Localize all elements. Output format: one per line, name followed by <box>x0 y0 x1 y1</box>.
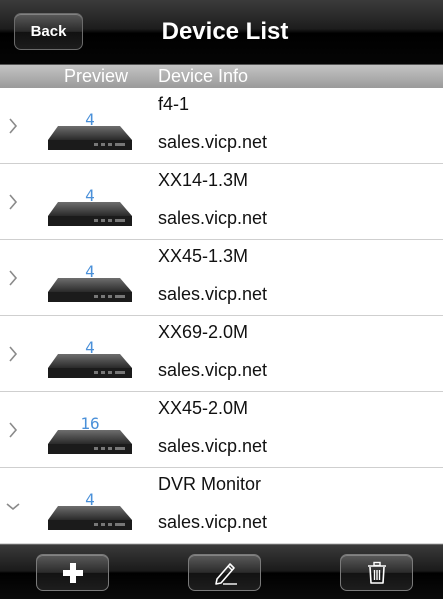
device-row[interactable]: 4 f4-1 sales.vicp.net <box>0 88 443 164</box>
back-button[interactable]: Back <box>14 13 83 50</box>
trash-icon <box>367 561 386 584</box>
channel-count-label: 4 <box>85 262 95 281</box>
device-host: sales.vicp.net <box>158 132 268 152</box>
device-host: sales.vicp.net <box>158 436 268 456</box>
column-preview-label: Preview <box>64 66 129 86</box>
device-row[interactable]: 16 XX45-2.0M sales.vicp.net <box>0 392 443 468</box>
dvr-device-icon: 16 <box>48 414 132 454</box>
dvr-device-icon: 4 <box>48 110 132 150</box>
device-name: XX69-2.0M <box>158 322 249 342</box>
dvr-device-icon: 4 <box>48 490 132 530</box>
device-host: sales.vicp.net <box>158 208 268 228</box>
delete-device-button[interactable] <box>340 554 413 591</box>
column-device-info-label: Device Info <box>158 66 249 86</box>
bottom-toolbar <box>0 544 443 599</box>
channel-count-label: 4 <box>85 338 95 357</box>
device-name: XX45-2.0M <box>158 398 249 418</box>
add-device-button[interactable] <box>36 554 109 591</box>
channel-count-label: 4 <box>85 110 95 129</box>
device-row[interactable]: 4 XX69-2.0M sales.vicp.net <box>0 316 443 392</box>
chevron-right-icon[interactable] <box>6 192 20 212</box>
device-row[interactable]: 4 XX45-1.3M sales.vicp.net <box>0 240 443 316</box>
pencil-icon <box>214 562 237 585</box>
chevron-right-icon[interactable] <box>6 420 20 440</box>
column-header: Preview Device Info <box>0 65 443 88</box>
device-host: sales.vicp.net <box>158 284 268 304</box>
device-row[interactable]: 4 XX14-1.3M sales.vicp.net <box>0 164 443 240</box>
edit-device-button[interactable] <box>188 554 261 591</box>
title-bar: Back Device List <box>0 0 443 65</box>
device-name: XX45-1.3M <box>158 246 249 266</box>
device-list: 4 f4-1 sales.vicp.net 4 XX14-1.3M sales.… <box>0 88 443 544</box>
device-name: f4-1 <box>158 94 190 114</box>
channel-count-label: 16 <box>80 414 99 433</box>
device-host: sales.vicp.net <box>158 360 268 380</box>
chevron-right-icon[interactable] <box>6 268 20 288</box>
dvr-device-icon: 4 <box>48 338 132 378</box>
page-title: Device List <box>161 18 289 45</box>
device-host: sales.vicp.net <box>158 512 268 532</box>
dvr-device-icon: 4 <box>48 262 132 302</box>
channel-count-label: 4 <box>85 186 95 205</box>
device-name: XX14-1.3M <box>158 170 249 190</box>
device-row[interactable]: 4 DVR Monitor sales.vicp.net <box>0 468 443 544</box>
plus-icon <box>62 562 83 583</box>
dvr-device-icon: 4 <box>48 186 132 226</box>
chevron-right-icon[interactable] <box>6 344 20 364</box>
device-name: DVR Monitor <box>158 474 262 494</box>
channel-count-label: 4 <box>85 490 95 509</box>
chevron-right-icon[interactable] <box>6 116 20 136</box>
chevron-down-icon[interactable] <box>6 496 20 516</box>
